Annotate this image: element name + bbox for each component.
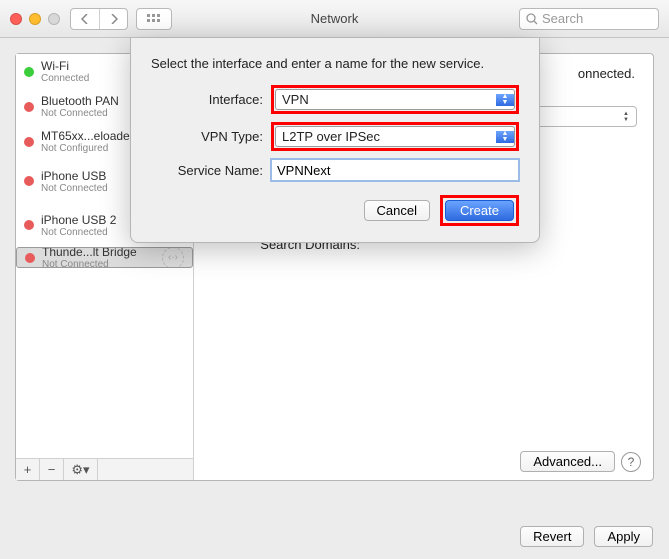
status-dot-icon bbox=[24, 102, 34, 112]
help-button[interactable]: ? bbox=[621, 452, 641, 472]
advanced-button[interactable]: Advanced... bbox=[520, 451, 615, 472]
apply-button[interactable]: Apply bbox=[594, 526, 653, 547]
back-button[interactable] bbox=[71, 9, 99, 29]
chevron-updown-icon: ▲▼ bbox=[496, 94, 514, 106]
cancel-button[interactable]: Cancel bbox=[364, 200, 430, 221]
zoom-window-icon[interactable] bbox=[48, 13, 60, 25]
service-name: Thunde...lt Bridge bbox=[42, 247, 155, 259]
sidebar-footer: + − ⚙︎▾ bbox=[16, 458, 193, 480]
nav-back-forward bbox=[70, 8, 128, 30]
search-icon bbox=[526, 13, 538, 25]
bottom-buttons: Revert Apply bbox=[520, 526, 653, 547]
close-window-icon[interactable] bbox=[10, 13, 22, 25]
chevron-updown-icon: ▲▼ bbox=[496, 131, 514, 143]
vpntype-select[interactable]: L2TP over IPSec ▲▼ bbox=[275, 126, 515, 147]
add-service-button[interactable]: + bbox=[16, 459, 40, 480]
sheet-prompt: Select the interface and enter a name fo… bbox=[151, 56, 519, 71]
status-dot-icon bbox=[25, 253, 35, 263]
create-button[interactable]: Create bbox=[445, 200, 514, 221]
titlebar: Network Search bbox=[0, 0, 669, 38]
window-title: Network bbox=[311, 11, 359, 26]
status-dot-icon bbox=[24, 176, 34, 186]
content-area: Wi-FiConnectedBluetooth PANNot Connected… bbox=[0, 38, 669, 559]
window-controls bbox=[10, 13, 60, 25]
search-placeholder: Search bbox=[542, 11, 583, 26]
service-actions-button[interactable]: ⚙︎▾ bbox=[64, 459, 98, 480]
interface-label: Interface: bbox=[151, 92, 263, 107]
vpntype-label: VPN Type: bbox=[151, 129, 263, 144]
interface-select[interactable]: VPN ▲▼ bbox=[275, 89, 515, 110]
servicename-label: Service Name: bbox=[151, 163, 263, 178]
forward-button[interactable] bbox=[99, 9, 127, 29]
vpntype-value: L2TP over IPSec bbox=[276, 129, 496, 144]
new-service-sheet: Select the interface and enter a name fo… bbox=[130, 38, 540, 243]
search-input[interactable]: Search bbox=[519, 8, 659, 30]
interface-value: VPN bbox=[276, 92, 496, 107]
minimize-window-icon[interactable] bbox=[29, 13, 41, 25]
status-dot-icon bbox=[24, 67, 34, 77]
revert-button[interactable]: Revert bbox=[520, 526, 584, 547]
service-status: Not Connected bbox=[42, 259, 155, 268]
status-dot-icon bbox=[24, 137, 34, 147]
status-dot-icon bbox=[24, 220, 34, 230]
show-all-button[interactable] bbox=[136, 8, 172, 30]
bridge-icon: ‹·› bbox=[162, 247, 184, 268]
remove-service-button[interactable]: − bbox=[40, 459, 64, 480]
status-line: onnected. bbox=[578, 66, 635, 81]
sidebar-item-thunde-lt-bridge[interactable]: Thunde...lt BridgeNot Connected ‹·› bbox=[16, 247, 193, 268]
servicename-input[interactable] bbox=[271, 159, 519, 181]
